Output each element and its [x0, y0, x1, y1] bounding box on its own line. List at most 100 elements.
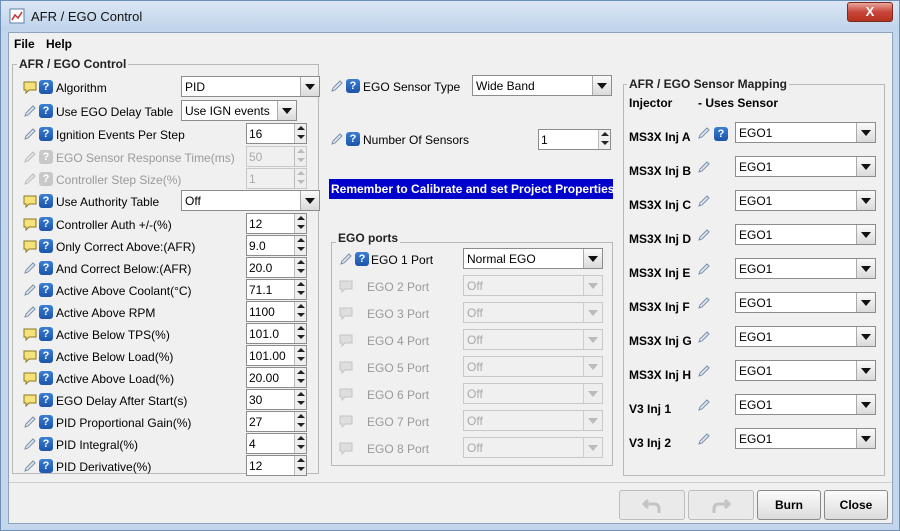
- uses-sensor-combo[interactable]: EGO1: [735, 190, 876, 211]
- param-spinner[interactable]: 27: [246, 411, 307, 432]
- spinner-arrows-icon[interactable]: [294, 258, 306, 277]
- number-of-sensors-spinner[interactable]: 1: [538, 129, 611, 150]
- param-spinner-value: 50: [249, 150, 263, 164]
- help-icon[interactable]: ?: [39, 437, 53, 451]
- ego-port-combo[interactable]: Normal EGO: [463, 248, 603, 269]
- param-spinner[interactable]: 9.0: [246, 235, 307, 256]
- help-icon[interactable]: ?: [714, 127, 728, 141]
- param-combo-value: Off: [185, 194, 201, 208]
- help-icon[interactable]: ?: [39, 415, 53, 429]
- help-icon[interactable]: ?: [39, 239, 53, 253]
- help-icon[interactable]: ?: [39, 261, 53, 275]
- pen-icon: [340, 253, 352, 265]
- spinner-arrows-icon[interactable]: [294, 169, 306, 188]
- help-icon[interactable]: ?: [39, 150, 53, 164]
- param-spinner[interactable]: 4: [246, 433, 307, 454]
- note-icon: [23, 372, 37, 385]
- spinner-arrows-icon[interactable]: [294, 434, 306, 453]
- param-spinner[interactable]: 1: [246, 168, 307, 189]
- undo-button[interactable]: [619, 490, 685, 520]
- spinner-arrows-icon[interactable]: [294, 147, 306, 166]
- note-icon: [339, 307, 353, 320]
- close-button[interactable]: Close: [824, 490, 888, 520]
- redo-button[interactable]: [688, 490, 754, 520]
- help-icon[interactable]: ?: [39, 80, 53, 94]
- help-icon[interactable]: ?: [39, 305, 53, 319]
- param-spinner[interactable]: 50: [246, 146, 307, 167]
- help-icon[interactable]: ?: [39, 104, 53, 118]
- help-icon[interactable]: ?: [346, 79, 360, 93]
- param-spinner[interactable]: 1100: [246, 301, 307, 322]
- calibrate-reminder-banner: Remember to Calibrate and set Project Pr…: [329, 179, 614, 199]
- pen-icon: [698, 263, 710, 275]
- param-spinner[interactable]: 12: [246, 455, 307, 476]
- help-icon[interactable]: ?: [39, 127, 53, 141]
- window: AFR / EGO Control X File Help AFR / EGO …: [0, 0, 900, 531]
- spinner-arrows-icon[interactable]: [598, 130, 610, 149]
- help-icon[interactable]: ?: [355, 252, 369, 266]
- spinner-arrows-icon[interactable]: [294, 124, 306, 143]
- param-spinner[interactable]: 16: [246, 123, 307, 144]
- uses-sensor-combo[interactable]: EGO1: [735, 428, 876, 449]
- param-label: EGO Sensor Response Time(ms): [56, 151, 235, 165]
- param-spinner[interactable]: 71.1: [246, 279, 307, 300]
- menu-help[interactable]: Help: [46, 37, 72, 51]
- param-spinner[interactable]: 30: [246, 389, 307, 410]
- ego-port-combo[interactable]: Off: [463, 383, 603, 404]
- help-icon[interactable]: ?: [39, 327, 53, 341]
- spinner-arrows-icon[interactable]: [294, 412, 306, 431]
- uses-sensor-combo[interactable]: EGO1: [735, 360, 876, 381]
- ego-port-combo[interactable]: Off: [463, 410, 603, 431]
- spinner-arrows-icon[interactable]: [294, 302, 306, 321]
- help-icon[interactable]: ?: [39, 283, 53, 297]
- ego-port-combo[interactable]: Off: [463, 356, 603, 377]
- note-icon: [339, 280, 353, 293]
- pen-icon: [698, 297, 710, 309]
- chevron-down-icon: [856, 327, 875, 346]
- param-label: PID Proportional Gain(%): [56, 416, 192, 430]
- spinner-arrows-icon[interactable]: [294, 368, 306, 387]
- param-spinner[interactable]: 12: [246, 213, 307, 234]
- uses-sensor-combo[interactable]: EGO1: [735, 292, 876, 313]
- uses-sensor-combo[interactable]: EGO1: [735, 122, 876, 143]
- param-spinner[interactable]: 20.00: [246, 367, 307, 388]
- help-icon[interactable]: ?: [39, 217, 53, 231]
- menu-file[interactable]: File: [14, 37, 35, 51]
- uses-sensor-combo[interactable]: EGO1: [735, 224, 876, 245]
- uses-sensor-combo[interactable]: EGO1: [735, 326, 876, 347]
- uses-sensor-combo[interactable]: EGO1: [735, 258, 876, 279]
- burn-button[interactable]: Burn: [757, 490, 821, 520]
- help-icon[interactable]: ?: [39, 349, 53, 363]
- param-spinner-value: 16: [249, 127, 263, 141]
- help-icon[interactable]: ?: [39, 371, 53, 385]
- param-spinner[interactable]: 101.0: [246, 323, 307, 344]
- spinner-arrows-icon[interactable]: [294, 214, 306, 233]
- window-close-button[interactable]: X: [847, 2, 893, 22]
- ego-port-combo[interactable]: Off: [463, 329, 603, 350]
- help-icon[interactable]: ?: [346, 132, 360, 146]
- param-combo[interactable]: PID: [181, 76, 320, 97]
- uses-sensor-combo[interactable]: EGO1: [735, 156, 876, 177]
- ego-port-combo[interactable]: Off: [463, 437, 603, 458]
- uses-sensor-combo[interactable]: EGO1: [735, 394, 876, 415]
- spinner-arrows-icon[interactable]: [294, 456, 306, 475]
- help-icon[interactable]: ?: [39, 393, 53, 407]
- uses-sensor-value: EGO1: [739, 296, 773, 310]
- param-combo[interactable]: Use IGN events: [181, 100, 297, 121]
- help-icon[interactable]: ?: [39, 194, 53, 208]
- spinner-arrows-icon[interactable]: [294, 280, 306, 299]
- spinner-arrows-icon[interactable]: [294, 324, 306, 343]
- param-spinner[interactable]: 20.0: [246, 257, 307, 278]
- ego-port-combo[interactable]: Off: [463, 275, 603, 296]
- param-spinner[interactable]: 101.00: [246, 345, 307, 366]
- title-bar[interactable]: AFR / EGO Control X: [1, 1, 899, 31]
- help-icon[interactable]: ?: [39, 459, 53, 473]
- spinner-arrows-icon[interactable]: [294, 390, 306, 409]
- ego-sensor-type-combo[interactable]: Wide Band: [472, 75, 612, 96]
- pen-icon: [24, 438, 36, 450]
- help-icon[interactable]: ?: [39, 172, 53, 186]
- spinner-arrows-icon[interactable]: [294, 346, 306, 365]
- spinner-arrows-icon[interactable]: [294, 236, 306, 255]
- param-combo[interactable]: Off: [181, 190, 320, 211]
- ego-port-combo[interactable]: Off: [463, 302, 603, 323]
